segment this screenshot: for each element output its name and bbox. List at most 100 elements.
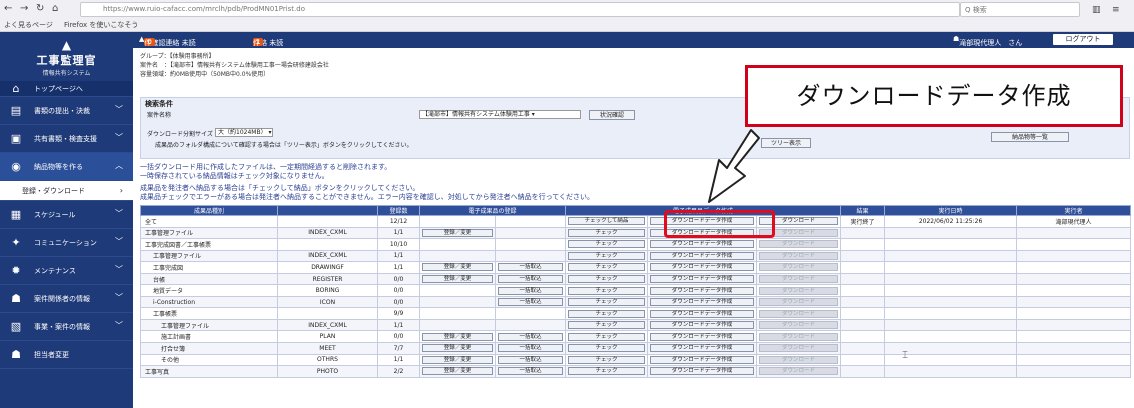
row-download-cell: ダウンロード — [756, 249, 842, 263]
register-button[interactable]: 登録／変更 — [422, 332, 493, 341]
library-icon[interactable]: ▥ — [1092, 4, 1101, 16]
row-count: 0/0 — [377, 295, 420, 309]
check-button[interactable]: チェック — [568, 240, 646, 249]
sidebar-item-label: 書類の提出・決裁 — [34, 106, 90, 115]
sidebar-item-submit[interactable]: ▤ 書類の提出・決裁 ﹀ — [0, 97, 133, 125]
sidebar-subitem-download[interactable]: 登録・ダウンロード › — [0, 181, 133, 201]
create-download-data-button[interactable]: ダウンロードデータ作成 — [650, 309, 755, 318]
download-button[interactable]: ダウンロード — [759, 275, 839, 283]
sidebar-item-deliverables[interactable]: ◉ 納品物等を作る ︿ — [0, 153, 133, 181]
register-button[interactable]: 登録／変更 — [422, 228, 493, 237]
table-row: 工事管理ファイル INDEX_CXML 1/1 チェック ダウンロードデータ作成 ダウンロ… — [140, 249, 1132, 263]
check-button[interactable]: チェック — [568, 228, 646, 237]
bulk-import-button[interactable]: 一括取込 — [498, 275, 564, 283]
bulk-import-button[interactable]: 一括取込 — [498, 286, 564, 295]
sidebar-item-label: 共有書類・検査支援 — [34, 134, 97, 143]
forward-icon[interactable]: → — [20, 3, 28, 15]
deliverables-list-button[interactable]: 納品物等一覧 — [991, 132, 1069, 142]
bookmark-firefox[interactable]: Firefox を使いこなそう — [64, 20, 138, 30]
row-date — [884, 226, 1018, 240]
check-button[interactable]: チェック — [568, 367, 646, 376]
bulk-import-button[interactable]: 一括取込 — [498, 298, 564, 307]
download-button[interactable]: ダウンロード — [759, 240, 839, 249]
create-download-data-button[interactable]: ダウンロードデータ作成 — [650, 263, 755, 272]
mouse-cursor-icon: ⌶ — [902, 350, 908, 361]
check-button[interactable]: チェック — [568, 321, 646, 330]
register-button[interactable]: 登録／変更 — [422, 344, 493, 353]
sidebar-item-stakeholders[interactable]: ☗ 案件関係者の情報 ﹀ — [0, 285, 133, 313]
create-download-data-button[interactable]: ダウンロードデータ作成 — [650, 240, 755, 249]
register-button[interactable]: 登録／変更 — [422, 355, 493, 364]
check-and-deliver-button[interactable]: チェックして納品 — [568, 217, 646, 226]
download-button[interactable]: ダウンロード — [759, 321, 839, 330]
unread-alert[interactable]: ▲ 未確認連絡 未読 0 件 — [139, 35, 196, 47]
row-date — [884, 238, 1018, 251]
download-button[interactable]: ダウンロード — [759, 298, 839, 307]
bulk-import-button[interactable]: 一括取込 — [498, 263, 564, 272]
sidebar-item-shared[interactable]: ▣ 共有書類・検査支援 ﹀ — [0, 125, 133, 153]
sidebar-item-business[interactable]: ▧ 事業・案件の情報 ﹀ — [0, 313, 133, 341]
split-size-select[interactable]: 大（約1024MB） ▾ — [215, 128, 273, 137]
status-check-button[interactable]: 状況確認 — [589, 110, 635, 120]
create-download-data-button[interactable]: ダウンロードデータ作成 — [650, 275, 755, 283]
download-button[interactable]: ダウンロード — [759, 263, 839, 272]
row-date: 2022/06/02 11:25:26 — [884, 215, 1018, 228]
create-download-data-button[interactable]: ダウンロードデータ作成 — [650, 321, 755, 330]
check-button[interactable]: チェック — [568, 286, 646, 295]
check-button[interactable]: チェック — [568, 275, 646, 283]
download-button[interactable]: ダウンロード — [759, 332, 839, 341]
check-button[interactable]: チェック — [568, 355, 646, 364]
download-button[interactable]: ダウンロード — [759, 309, 839, 318]
check-button[interactable]: チェック — [568, 298, 646, 307]
sidebar-item-communication[interactable]: ✦ コミュニケーション ﹀ — [0, 229, 133, 257]
bulk-import-button[interactable]: 一括取込 — [498, 332, 564, 341]
check-button[interactable]: チェック — [568, 344, 646, 353]
download-button[interactable]: ダウンロード — [759, 344, 839, 353]
bulk-import-button[interactable]: 一括取込 — [498, 344, 564, 353]
create-download-data-button[interactable]: ダウンロードデータ作成 — [650, 344, 755, 353]
create-download-data-button[interactable]: ダウンロードデータ作成 — [650, 332, 755, 341]
create-download-data-button[interactable]: ダウンロードデータ作成 — [650, 367, 755, 376]
register-button[interactable]: 登録／変更 — [422, 275, 493, 283]
back-icon[interactable]: ← — [4, 3, 12, 15]
check-button[interactable]: チェック — [568, 309, 646, 318]
reload-icon[interactable]: ↻ — [36, 3, 44, 15]
sidebar-item-label: 登録・ダウンロード — [22, 186, 85, 195]
sidebar-item-maintenance[interactable]: ✹ メンテナンス ﹀ — [0, 257, 133, 285]
table-row: その他 OTHRS 1/1 登録／変更 一括取込 チェック ダウンロードデータ作成 ダウンロー… — [140, 353, 1132, 367]
download-button[interactable]: ダウンロード — [759, 367, 839, 376]
register-button[interactable]: 登録／変更 — [422, 263, 493, 272]
row-result — [840, 226, 886, 240]
create-download-data-button[interactable]: ダウンロードデータ作成 — [650, 298, 755, 307]
row-register-cell — [419, 215, 496, 228]
row-create-cell: ダウンロードデータ作成 — [647, 307, 758, 320]
download-button[interactable]: ダウンロード — [759, 251, 839, 260]
check-button[interactable]: チェック — [568, 332, 646, 341]
row-code — [277, 307, 378, 320]
url-bar[interactable]: https://www.ruio-cafacc.com/mrclh/pdb/Pr… — [80, 2, 960, 17]
row-count: 0/0 — [377, 272, 420, 286]
menu-icon[interactable]: ≡ — [1112, 4, 1120, 16]
tree-view-button[interactable]: ツリー表示 — [761, 138, 811, 148]
bulk-import-button[interactable]: 一括取込 — [498, 355, 564, 364]
row-check-cell: チェック — [565, 284, 649, 297]
sidebar-item-top[interactable]: ⌂ トップページへ — [0, 81, 133, 97]
sidebar-item-person-change[interactable]: ☗ 担当者変更 — [0, 341, 133, 369]
download-button[interactable]: ダウンロード — [759, 286, 839, 295]
create-download-data-button[interactable]: ダウンロードデータ作成 — [650, 355, 755, 364]
table-row: 工事管理ファイル INDEX_CXML 1/1 登録／変更 チェック ダウンロードデータ作… — [140, 226, 1132, 240]
check-button[interactable]: チェック — [568, 251, 646, 260]
bookmark-most-visited[interactable]: よく見るページ — [4, 20, 53, 30]
create-download-data-button[interactable]: ダウンロードデータ作成 — [650, 251, 755, 260]
logout-button[interactable]: ログアウト — [1053, 34, 1113, 45]
download-button[interactable]: ダウンロード — [759, 355, 839, 364]
check-button[interactable]: チェック — [568, 263, 646, 272]
sidebar-item-schedule[interactable]: ▦ スケジュール ﹀ — [0, 201, 133, 229]
register-button[interactable]: 登録／変更 — [422, 367, 493, 376]
home-icon[interactable]: ⌂ — [52, 3, 58, 15]
row-download-cell: ダウンロード — [756, 365, 842, 378]
project-select[interactable]: 【滝部市】情報共有システム体験用工事 ▾ — [419, 110, 581, 119]
create-download-data-button[interactable]: ダウンロードデータ作成 — [650, 286, 755, 295]
browser-search-input[interactable]: Q 検索 — [960, 2, 1080, 17]
bulk-import-button[interactable]: 一括取込 — [498, 367, 564, 376]
